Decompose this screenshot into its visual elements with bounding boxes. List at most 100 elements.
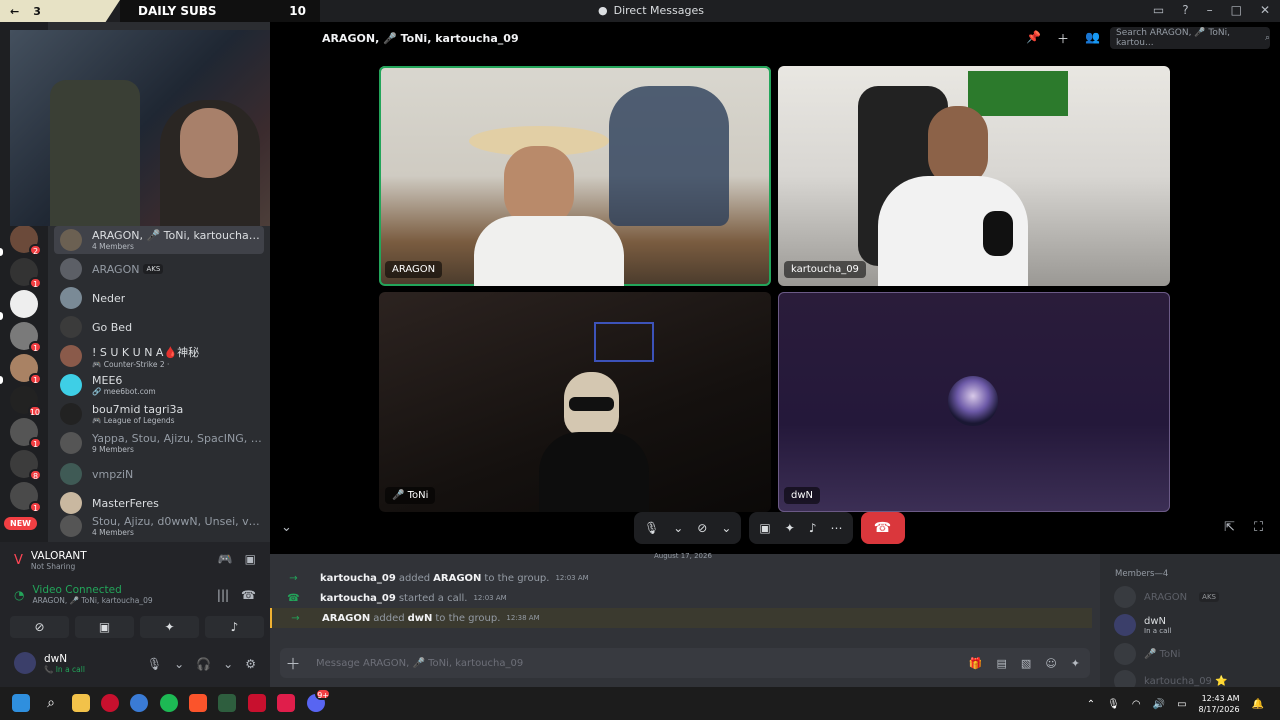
- video-tile-dwn[interactable]: dwN: [778, 292, 1170, 512]
- video-tile-aragon[interactable]: ARAGON: [379, 66, 771, 286]
- microphone-icon[interactable]: 🎙: [644, 521, 659, 535]
- avatar[interactable]: [14, 652, 36, 674]
- dm-item-aragon[interactable]: ARAGON AKS: [54, 255, 264, 283]
- activities-icon: ✦: [164, 620, 175, 634]
- activities-button[interactable]: ✦: [140, 616, 199, 638]
- volume-icon[interactable]: 🔊: [1153, 699, 1165, 710]
- brave-icon[interactable]: [189, 694, 207, 712]
- back-arrow-icon[interactable]: ←: [10, 5, 19, 18]
- hang-up-button[interactable]: ☎: [860, 512, 905, 544]
- help-icon[interactable]: ?: [1182, 3, 1188, 17]
- video-tile-toni[interactable]: 🎤 ToNi: [379, 292, 771, 512]
- noise-suppression-icon[interactable]: |||: [217, 588, 229, 602]
- more-options-icon[interactable]: ⋯: [831, 521, 843, 535]
- collapse-chevron-icon[interactable]: ⌄: [281, 520, 292, 535]
- notification-bell-icon[interactable]: 🔔: [1252, 699, 1264, 710]
- windows-start-icon[interactable]: [12, 694, 30, 712]
- inbox-icon[interactable]: ▭: [1153, 3, 1164, 17]
- disconnect-icon[interactable]: ☎: [241, 588, 256, 602]
- search-input[interactable]: Search ARAGON, 🎤 ToNi, kartou... ⌕: [1110, 27, 1270, 49]
- chevron-down-icon[interactable]: ⌄: [174, 657, 184, 671]
- call-controls: 🎙 ⌄ ⊘ ⌄ ▣ ✦ ♪ ⋯ ☎: [634, 512, 905, 544]
- server-icon[interactable]: 1: [10, 258, 42, 289]
- server-icon[interactable]: 1: [10, 418, 42, 449]
- phone-icon: ☎: [287, 592, 300, 604]
- dm-item-group-yappa[interactable]: Yappa, Stou, Ajizu, SpacING, d0ww... 9 M…: [54, 429, 264, 457]
- screen-share-icon[interactable]: ▣: [245, 552, 256, 566]
- dm-item-group-call[interactable]: ARAGON, 🎤 ToNi, kartoucha_09 4 Members: [54, 226, 264, 254]
- wifi-icon[interactable]: ◠: [1132, 699, 1141, 710]
- search-icon[interactable]: ⌕: [42, 694, 60, 712]
- microphone-icon[interactable]: 🎙: [1107, 699, 1120, 710]
- app-icon[interactable]: [130, 694, 148, 712]
- headphones-icon[interactable]: 🎧: [196, 657, 211, 671]
- dm-item-go-bed[interactable]: Go Bed: [54, 313, 264, 341]
- join-arrow-icon: →: [289, 572, 298, 584]
- voice-status[interactable]: Video Connected: [32, 584, 152, 596]
- dm-item-vmpzin[interactable]: vmpziN: [54, 460, 264, 488]
- new-badge[interactable]: NEW: [4, 517, 37, 530]
- dm-item-sukuna[interactable]: ! S U K U N A🩸神秘 🎮 Counter-Strike 2 ·: [54, 342, 264, 370]
- microphone-icon[interactable]: 🎙: [147, 657, 162, 671]
- chevron-down-icon[interactable]: ⌄: [673, 521, 683, 535]
- server-icon[interactable]: [10, 290, 38, 318]
- minimize-icon[interactable]: –: [1207, 3, 1213, 17]
- spotify-icon[interactable]: [160, 694, 178, 712]
- video-tile-kartoucha[interactable]: kartoucha_09: [778, 66, 1170, 286]
- maximize-icon[interactable]: □: [1231, 3, 1242, 17]
- dm-item-neder[interactable]: Neder: [54, 284, 264, 312]
- screen-share-icon[interactable]: ▣: [759, 521, 770, 535]
- pin-icon[interactable]: 📌: [1026, 30, 1041, 47]
- gift-icon[interactable]: 🎁: [969, 657, 983, 670]
- server-icon[interactable]: 2: [10, 225, 42, 256]
- dm-item-bou7mid[interactable]: bou7mid tagri3a 🎮 League of Legends: [54, 400, 264, 428]
- member-item[interactable]: 🎤 ToNi: [1114, 643, 1180, 665]
- screen-share-button[interactable]: ▣: [75, 616, 134, 638]
- dm-item-masterferes[interactable]: MasterFeres: [54, 489, 264, 517]
- camera-off-icon[interactable]: ⊘: [697, 521, 707, 535]
- server-icon[interactable]: 1: [10, 354, 42, 385]
- app-icon[interactable]: [248, 694, 266, 712]
- date-divider: August 17, 2026: [654, 552, 712, 560]
- member-item[interactable]: dwN In a call: [1114, 614, 1171, 636]
- excel-icon[interactable]: [218, 694, 236, 712]
- clock[interactable]: 12:43 AM 8/17/2026: [1199, 693, 1240, 715]
- chevron-down-icon[interactable]: ⌄: [721, 521, 731, 535]
- message-input[interactable]: ＋ Message ARAGON, 🎤 ToNi, kartoucha_09 🎁…: [280, 648, 1090, 678]
- fullscreen-icon[interactable]: ⛶: [1254, 520, 1263, 535]
- camera-off-button[interactable]: ⊘: [10, 616, 69, 638]
- soundboard-icon[interactable]: ♪: [809, 521, 817, 535]
- attach-plus-icon[interactable]: ＋: [280, 653, 306, 674]
- gif-icon[interactable]: ▤: [997, 657, 1007, 670]
- server-icon[interactable]: 1: [10, 482, 42, 513]
- username: dwN: [44, 652, 68, 665]
- add-friends-icon[interactable]: ＋: [1057, 30, 1069, 47]
- server-icon[interactable]: 8: [10, 450, 42, 481]
- chevron-up-icon[interactable]: ⌃: [1087, 699, 1095, 710]
- activities-icon[interactable]: ✦: [785, 521, 795, 535]
- server-icon[interactable]: 10: [10, 386, 42, 417]
- chevron-down-icon[interactable]: ⌄: [223, 657, 233, 671]
- dm-item-mee6[interactable]: MEE6 🔗 mee6bot.com: [54, 371, 264, 399]
- member-list-icon[interactable]: 👥: [1085, 30, 1100, 47]
- soundboard-button[interactable]: ♪: [205, 616, 264, 638]
- file-explorer-icon[interactable]: [72, 694, 90, 712]
- members-title: Members—4: [1115, 569, 1169, 579]
- valorant-icon[interactable]: [277, 694, 295, 712]
- server-icon[interactable]: 1: [10, 322, 42, 353]
- close-icon[interactable]: ✕: [1260, 3, 1270, 17]
- popout-icon[interactable]: ⇱: [1224, 520, 1235, 535]
- dm-item-group-stou[interactable]: Stou, Ajizu, d0wwN, Unsei, vmpziN 4 Memb…: [54, 514, 264, 538]
- opera-icon[interactable]: [101, 694, 119, 712]
- discord-icon[interactable]: 9+: [307, 688, 331, 712]
- avatar: [1114, 614, 1136, 636]
- avatar: [60, 229, 82, 251]
- signal-icon: ◔: [14, 587, 25, 602]
- apps-icon[interactable]: ✦: [1071, 657, 1080, 670]
- sticker-icon[interactable]: ▧: [1021, 657, 1031, 670]
- battery-icon[interactable]: ▭: [1177, 699, 1186, 710]
- game-share-icon[interactable]: 🎮: [218, 552, 233, 566]
- emoji-icon[interactable]: ☺: [1045, 657, 1056, 670]
- settings-gear-icon[interactable]: ⚙: [245, 657, 256, 671]
- member-item[interactable]: ARAGON AKS: [1114, 586, 1219, 608]
